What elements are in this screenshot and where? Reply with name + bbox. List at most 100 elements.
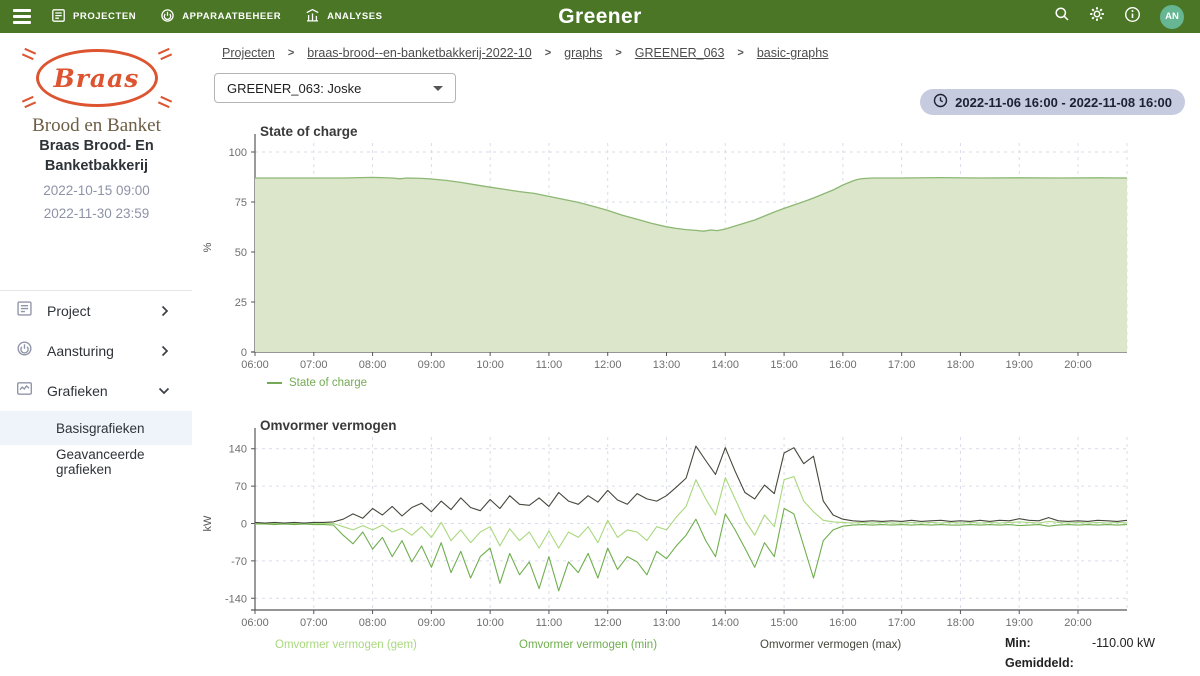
svg-text:13:00: 13:00	[653, 359, 681, 371]
date-from: 2022-10-15 09:00	[0, 183, 193, 198]
svg-text:25: 25	[235, 297, 247, 309]
stat-avg-row: Gemiddeld:	[1005, 656, 1155, 676]
svg-text:10:00: 10:00	[476, 359, 504, 371]
svg-text:10:00: 10:00	[476, 617, 504, 629]
main-content: Projecten > braas-brood--en-banketbakkeri…	[193, 33, 1200, 662]
nav-analyses[interactable]: ANALYSES	[305, 8, 382, 26]
svg-text:15:00: 15:00	[770, 617, 798, 629]
chevron-down-icon	[433, 86, 443, 91]
stat-min-row: Min: -110.00 kW	[1005, 636, 1155, 656]
breadcrumb-device[interactable]: GREENER_063	[635, 46, 725, 60]
svg-text:09:00: 09:00	[418, 617, 446, 629]
charts-icon	[16, 380, 33, 402]
breadcrumb-separator: >	[545, 47, 551, 59]
search-icon[interactable]	[1054, 6, 1070, 27]
clock-icon	[933, 93, 948, 111]
time-range-text: 2022-11-06 16:00 - 2022-11-08 16:00	[955, 95, 1172, 110]
svg-text:06:00: 06:00	[241, 617, 269, 629]
sidebar-item-grafieken[interactable]: Grafieken	[0, 371, 192, 411]
avatar[interactable]: AN	[1160, 5, 1184, 29]
chart2-legend-min[interactable]: Omvormer vermogen (min)	[519, 639, 657, 651]
customer-name: Braas Brood- En Banketbakkerij	[10, 137, 183, 176]
time-range-badge[interactable]: 2022-11-06 16:00 - 2022-11-08 16:00	[920, 89, 1185, 115]
nav-projecten-label: PROJECTEN	[73, 11, 136, 22]
sidebar-item-geavanceerde-grafieken[interactable]: Geavanceerde grafieken	[0, 445, 192, 479]
chevron-down-icon	[158, 386, 170, 396]
breadcrumb-separator: >	[737, 47, 743, 59]
breadcrumb-separator: >	[615, 47, 621, 59]
customer-logo: Braas Brood en Banket	[0, 49, 193, 137]
legend-line-swatch	[267, 382, 282, 384]
breadcrumb-projecten[interactable]: Projecten	[222, 46, 275, 60]
svg-text:16:00: 16:00	[829, 617, 857, 629]
svg-text:%: %	[202, 242, 214, 252]
sidebar-item-grafieken-label: Grafieken	[47, 383, 108, 399]
sidebar-item-aansturing-label: Aansturing	[47, 343, 114, 359]
legend-label: Omvormer vermogen (min)	[519, 639, 657, 651]
svg-text:0: 0	[241, 347, 247, 359]
svg-text:19:00: 19:00	[1005, 359, 1033, 371]
svg-text:13:00: 13:00	[653, 617, 681, 629]
svg-text:19:00: 19:00	[1005, 617, 1033, 629]
stat-avg-label: Gemiddeld:	[1005, 656, 1074, 676]
chart2-stats: Min: -110.00 kW Gemiddeld:	[1005, 636, 1155, 676]
chart2-legend-gem[interactable]: Omvormer vermogen (gem)	[275, 639, 417, 651]
svg-text:-140: -140	[225, 593, 247, 605]
breadcrumb-project-slug[interactable]: braas-brood--en-banketbakkerij-2022-10	[307, 46, 531, 60]
nav-projecten[interactable]: PROJECTEN	[51, 8, 136, 26]
chevron-right-icon	[160, 345, 170, 357]
omvormer-vermogen-chart[interactable]: 06:0007:0008:0009:0010:0011:0012:0013:00…	[193, 410, 1200, 640]
info-icon[interactable]	[1124, 6, 1141, 28]
menu-icon[interactable]	[13, 9, 31, 23]
chart1-legend-item[interactable]: State of charge	[267, 377, 367, 389]
projects-icon	[51, 8, 66, 26]
legend-label: Omvormer vermogen (gem)	[275, 639, 417, 651]
braas-logo-text: Braas	[54, 64, 140, 93]
svg-text:11:00: 11:00	[536, 617, 563, 629]
svg-text:17:00: 17:00	[888, 359, 916, 371]
control-icon	[16, 340, 33, 362]
svg-text:18:00: 18:00	[947, 359, 975, 371]
device-select-value: GREENER_063: Joske	[227, 81, 361, 96]
device-management-icon	[160, 8, 175, 26]
svg-text:11:00: 11:00	[536, 359, 563, 371]
svg-text:07:00: 07:00	[300, 617, 328, 629]
breadcrumb: Projecten > braas-brood--en-banketbakkeri…	[222, 46, 828, 60]
braas-logo-oval: Braas	[36, 49, 158, 107]
svg-text:12:00: 12:00	[594, 617, 622, 629]
svg-text:140: 140	[229, 444, 247, 456]
top-nav: PROJECTEN APPARAATBEHEER ANALYSES	[51, 8, 383, 26]
svg-text:50: 50	[235, 247, 247, 259]
nav-apparaatbeheer[interactable]: APPARAATBEHEER	[160, 8, 281, 26]
state-of-charge-chart[interactable]: 06:00 07:00 08:00 09:00 10:00 11:00 12:00 13:00…	[193, 120, 1200, 382]
sidebar-item-aansturing[interactable]: Aansturing	[0, 331, 192, 371]
analyses-icon	[305, 8, 320, 26]
svg-text:17:00: 17:00	[888, 617, 916, 629]
date-to: 2022-11-30 23:59	[0, 206, 193, 221]
nav-apparaatbeheer-label: APPARAATBEHEER	[182, 11, 281, 22]
nav-analyses-label: ANALYSES	[327, 11, 382, 22]
sidebar-menu: Project Aansturing Grafieken	[0, 291, 192, 479]
sidebar-item-project[interactable]: Project	[0, 291, 192, 331]
chart2-legend-max[interactable]: Omvormer vermogen (max)	[760, 639, 901, 651]
legend-label: State of charge	[289, 377, 367, 389]
device-select[interactable]: GREENER_063: Joske	[214, 73, 456, 103]
braas-logo-subtitle: Brood en Banket	[0, 115, 193, 137]
breadcrumb-basic-graphs[interactable]: basic-graphs	[757, 46, 829, 60]
gear-icon[interactable]	[1089, 6, 1105, 27]
svg-text:14:00: 14:00	[712, 359, 740, 371]
svg-text:08:00: 08:00	[359, 359, 387, 371]
svg-text:09:00: 09:00	[418, 359, 446, 371]
svg-text:16:00: 16:00	[829, 359, 857, 371]
svg-text:75: 75	[235, 197, 247, 209]
top-bar-actions: AN	[1054, 5, 1184, 29]
chevron-right-icon	[160, 305, 170, 317]
svg-text:12:00: 12:00	[594, 359, 622, 371]
svg-text:06:00: 06:00	[241, 359, 269, 371]
svg-text:07:00: 07:00	[300, 359, 328, 371]
svg-text:14:00: 14:00	[712, 617, 740, 629]
breadcrumb-graphs[interactable]: graphs	[564, 46, 602, 60]
sidebar-item-basisgrafieken[interactable]: Basisgrafieken	[0, 411, 192, 445]
svg-text:70: 70	[235, 481, 247, 493]
stat-min-value: -110.00 kW	[1092, 636, 1155, 656]
